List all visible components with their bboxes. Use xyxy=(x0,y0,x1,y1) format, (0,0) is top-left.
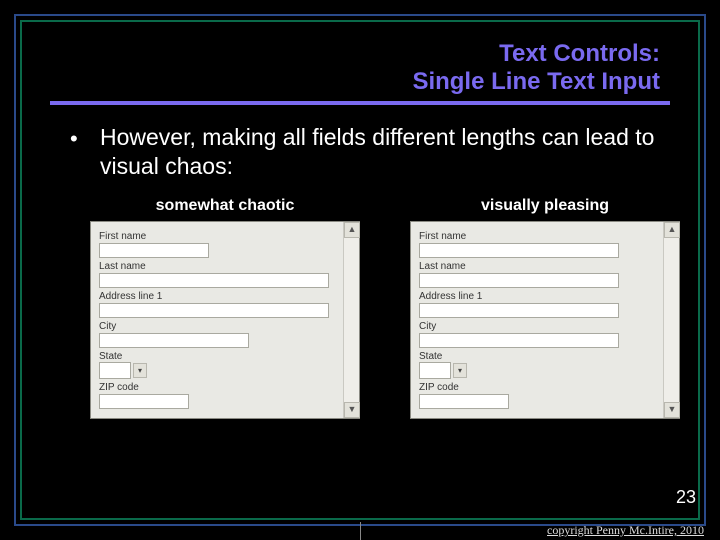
label-address1: Address line 1 xyxy=(99,291,335,302)
input-address1[interactable] xyxy=(419,303,619,318)
select-state-value: AI xyxy=(423,365,432,376)
label-zip: ZIP code xyxy=(419,382,655,393)
label-address1: Address line 1 xyxy=(419,291,655,302)
scroll-down-icon[interactable]: ▼ xyxy=(344,402,360,418)
label-city: City xyxy=(419,321,655,332)
form-pleasing-body: First name Last name Address line 1 City… xyxy=(411,222,663,418)
scroll-up-icon[interactable]: ▲ xyxy=(344,222,360,238)
select-state[interactable]: AI xyxy=(419,362,451,379)
inner-border: Text Controls: Single Line Text Input • … xyxy=(20,20,700,520)
example-right: visually pleasing First name Last name A… xyxy=(410,197,680,419)
label-last-name: Last name xyxy=(99,261,335,272)
input-last-name[interactable] xyxy=(419,273,619,288)
input-first-name[interactable] xyxy=(99,243,209,258)
title-line-1: Text Controls: xyxy=(499,40,660,67)
title-line-2: Single Line Text Input xyxy=(412,68,660,95)
scrollbar[interactable]: ▲ ▼ xyxy=(663,222,679,418)
select-state-value: AI xyxy=(103,365,112,376)
input-last-name[interactable] xyxy=(99,273,329,288)
example-right-label: visually pleasing xyxy=(410,197,680,215)
label-last-name: Last name xyxy=(419,261,655,272)
label-city: City xyxy=(99,321,335,332)
footer-separator xyxy=(360,522,361,540)
input-zip[interactable] xyxy=(99,394,189,409)
scrollbar[interactable]: ▲ ▼ xyxy=(343,222,359,418)
input-zip[interactable] xyxy=(419,394,509,409)
page-number: 23 xyxy=(676,487,696,508)
copyright-text: copyright Penny Mc.Intire, 2010 xyxy=(547,523,704,538)
label-zip: ZIP code xyxy=(99,382,335,393)
form-chaotic: First name Last name Address line 1 City… xyxy=(90,221,360,419)
chevron-down-icon[interactable]: ▾ xyxy=(133,363,147,378)
chevron-down-icon[interactable]: ▾ xyxy=(453,363,467,378)
label-first-name: First name xyxy=(99,231,335,242)
label-state: State xyxy=(99,351,335,362)
scroll-down-icon[interactable]: ▼ xyxy=(664,402,680,418)
input-city[interactable] xyxy=(419,333,619,348)
bullet-text: However, making all fields different len… xyxy=(100,123,670,181)
examples-row: somewhat chaotic First name Last name Ad… xyxy=(50,197,670,419)
input-first-name[interactable] xyxy=(419,243,619,258)
form-chaotic-body: First name Last name Address line 1 City… xyxy=(91,222,343,418)
slide-title: Text Controls: Single Line Text Input xyxy=(50,40,670,95)
label-first-name: First name xyxy=(419,231,655,242)
label-state: State xyxy=(419,351,655,362)
bullet-marker: • xyxy=(70,123,100,153)
select-state[interactable]: AI xyxy=(99,362,131,379)
bullet-item: • However, making all fields different l… xyxy=(50,123,670,181)
example-left: somewhat chaotic First name Last name Ad… xyxy=(90,197,360,419)
form-pleasing: First name Last name Address line 1 City… xyxy=(410,221,680,419)
example-left-label: somewhat chaotic xyxy=(90,197,360,215)
slide-content: Text Controls: Single Line Text Input • … xyxy=(22,22,698,419)
input-address1[interactable] xyxy=(99,303,329,318)
title-underline xyxy=(50,101,670,105)
input-city[interactable] xyxy=(99,333,249,348)
scroll-up-icon[interactable]: ▲ xyxy=(664,222,680,238)
